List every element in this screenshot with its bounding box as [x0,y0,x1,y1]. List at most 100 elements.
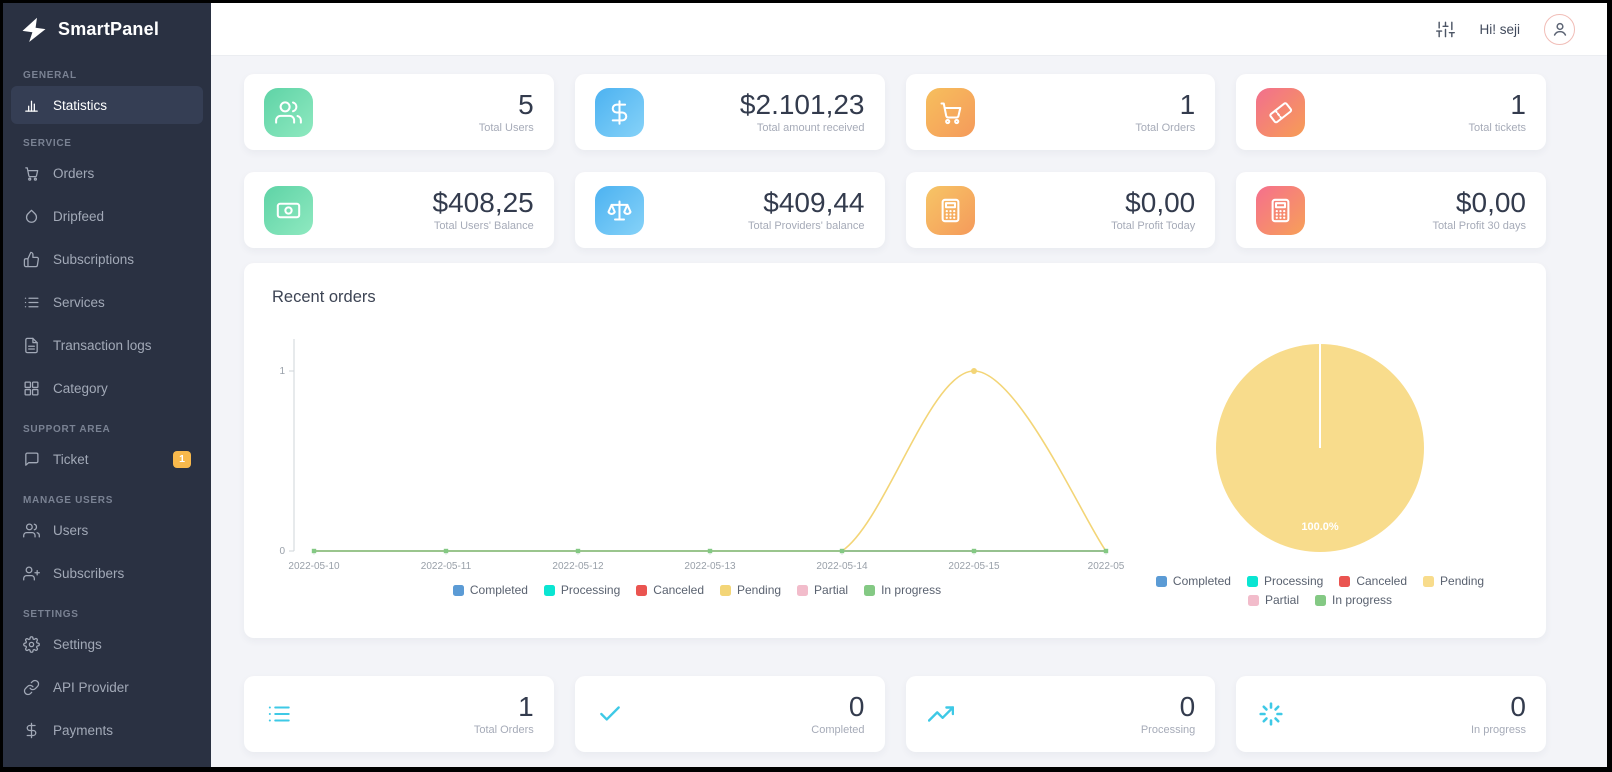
stat-label: Total Orders [474,724,534,736]
sidebar-item-label: Users [53,523,88,538]
legend-item-partial[interactable]: Partial [1248,593,1299,607]
sidebar-item-orders[interactable]: Orders [11,152,203,195]
order-summary-cards-grid: 1Total Orders0Completed0Processing0In pr… [244,676,1546,752]
sidebar-section-label-general: GENERAL [23,69,191,83]
legend-swatch [1247,576,1258,587]
legend-item-canceled[interactable]: Canceled [636,583,704,597]
logo-text: SmartPanel [58,19,159,40]
legend-swatch [720,585,731,596]
sidebar-nav: GENERAL Statistics SERVICE Orders Dripfeed Su… [3,56,211,767]
recent-orders-line-chart: 012022-05-102022-05-112022-05-122022-05-… [272,333,1122,607]
logo: SmartPanel [3,3,211,56]
thumbs-up-icon [23,251,40,268]
shopping-cart-icon [926,88,975,137]
legend-item-completed[interactable]: Completed [1156,574,1231,588]
stat-value: 0 [1471,692,1526,722]
file-text-icon [23,337,40,354]
ticket-count-badge: 1 [173,451,191,468]
stat-value: 1 [1135,90,1195,120]
smartpanel-logo-icon [19,15,49,45]
summary-card-total-orders: 1 Total Orders [244,676,554,752]
stat-label: Total Profit Today [1111,220,1195,232]
legend-swatch [1339,576,1350,587]
legend-item-pending[interactable]: Pending [1423,574,1484,588]
stat-label: Completed [811,724,864,736]
legend-item-canceled[interactable]: Canceled [1339,574,1407,588]
sidebar-item-ticket[interactable]: Ticket1 [11,438,203,481]
sidebar-item-statistics[interactable]: Statistics [11,86,203,124]
svg-text:2022-05-12: 2022-05-12 [552,561,604,572]
summary-card-in-progress: 0 In progress [1236,676,1546,752]
avatar[interactable] [1544,14,1575,45]
stat-label: Total amount received [740,122,865,134]
gear-icon [23,636,40,653]
legend-swatch [1156,576,1167,587]
stat-value: $409,44 [748,188,864,218]
sidebar-item-label: API Provider [53,680,129,695]
stat-card-total-providers-balance: $409,44 Total Providers' balance [575,172,885,248]
legend-swatch [1315,595,1326,606]
legend-item-pending[interactable]: Pending [720,583,781,597]
grid-icon [23,380,40,397]
legend-item-in-progress[interactable]: In progress [864,583,941,597]
sidebar-item-label: Subscriptions [53,252,134,267]
legend-label: Canceled [1356,574,1407,588]
legend-item-processing[interactable]: Processing [544,583,620,597]
legend-swatch [1423,576,1434,587]
stats-cards-grid: 5Total Users$2.101,23Total amount receiv… [244,74,1546,248]
sidebar-item-users[interactable]: Users [11,509,203,552]
legend-item-in-progress[interactable]: In progress [1315,593,1392,607]
stat-card-total-orders: 1Total Orders [906,74,1216,150]
shopping-cart-icon [23,165,40,182]
line-chart-legend: Completed Processing Canceled Pending Partia… [272,583,1122,597]
chat-icon [23,451,40,468]
sidebar-item-transaction-logs[interactable]: Transaction logs [11,324,203,367]
stat-card-total-tickets: 1Total tickets [1236,74,1546,150]
stat-label: In progress [1471,724,1526,736]
list-icon [264,699,294,729]
stat-label: Total Users' Balance [433,220,534,232]
stat-label: Total Providers' balance [748,220,864,232]
legend-swatch [544,585,555,596]
sidebar-item-payments[interactable]: Payments [11,709,203,752]
stat-card-total-users: 5Total Users [244,74,554,150]
sidebar-item-label: Orders [53,166,94,181]
bar-chart-icon [23,97,40,114]
legend-label: Pending [737,583,781,597]
svg-text:2022-05-13: 2022-05-13 [684,561,736,572]
legend-swatch [864,585,875,596]
users-icon [264,88,313,137]
sidebar-item-category[interactable]: Category [11,367,203,410]
dollar-icon [23,722,40,739]
sidebar-item-dripfeed[interactable]: Dripfeed [11,195,203,238]
user-plus-icon [23,565,40,582]
sidebar-item-subscribers[interactable]: Subscribers [11,552,203,595]
legend-label: Processing [561,583,620,597]
sidebar-item-services[interactable]: Services [11,281,203,324]
stat-value: $0,00 [1111,188,1195,218]
legend-item-processing[interactable]: Processing [1247,574,1323,588]
sidebar-item-settings[interactable]: Settings [11,623,203,666]
sidebar-item-label: Subscribers [53,566,124,581]
stat-value: 1 [474,692,534,722]
legend-label: Partial [1265,593,1299,607]
svg-text:2022-05-11: 2022-05-11 [421,561,472,572]
legend-item-completed[interactable]: Completed [453,583,528,597]
trending-up-icon [926,699,956,729]
summary-card-completed: 0Completed [575,676,885,752]
sidebar-item-subscriptions[interactable]: Subscriptions [11,238,203,281]
sidebar-item-api-provider[interactable]: API Provider [11,666,203,709]
legend-label: Completed [470,583,528,597]
legend-item-partial[interactable]: Partial [797,583,848,597]
legend-label: In progress [1332,593,1392,607]
stat-card-total-users-balance: $408,25Total Users' Balance [244,172,554,248]
sidebar-section-label-service: SERVICE [23,137,191,151]
sidebar-section-label-support-area: SUPPORT AREA [23,423,191,437]
svg-text:2022-05: 2022-05 [1088,561,1125,572]
sliders-icon[interactable] [1436,20,1455,39]
user-greeting: Hi! seji [1479,22,1520,37]
legend-swatch [453,585,464,596]
legend-label: Pending [1440,574,1484,588]
droplet-icon [23,208,40,225]
pie-chart-legend: Completed Processing Canceled Pending Partia… [1122,574,1518,607]
